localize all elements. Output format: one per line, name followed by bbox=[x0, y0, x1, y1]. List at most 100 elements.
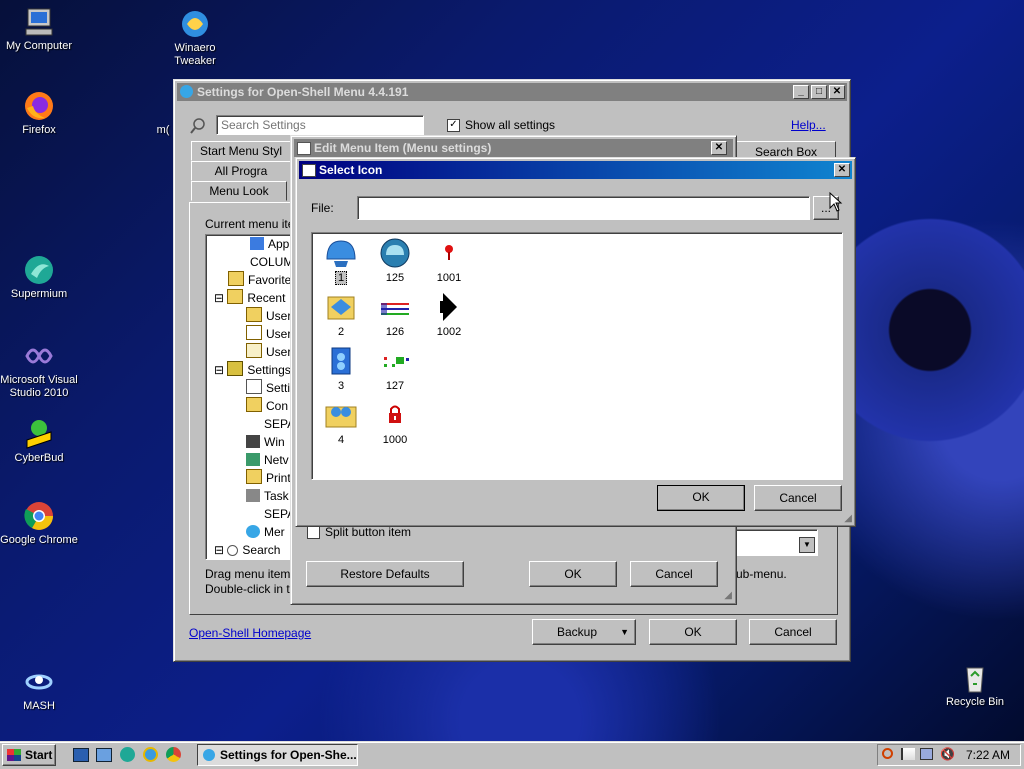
icon-item[interactable]: 1000 bbox=[368, 399, 422, 446]
icon-item[interactable]: 1001 bbox=[422, 237, 476, 284]
current-menu-label: Current menu ite bbox=[205, 217, 295, 231]
tree-item[interactable]: User bbox=[246, 325, 291, 343]
desktop-icon-label: MASH bbox=[23, 700, 55, 712]
select-icon-dialog[interactable]: Select Icon ✕ File: ... 1 2 3 4 125 126 … bbox=[295, 157, 856, 527]
show-desktop-icon[interactable] bbox=[73, 748, 89, 762]
desktop-icon-recycle-bin[interactable]: Recycle Bin bbox=[933, 662, 1017, 709]
icon-item[interactable]: 125 bbox=[368, 237, 422, 284]
tree-item[interactable]: ⊟ Search bbox=[214, 541, 280, 559]
tree-item[interactable]: Win bbox=[246, 433, 285, 451]
chrome-icon[interactable] bbox=[166, 747, 181, 762]
select-icon-ok-button[interactable]: OK bbox=[657, 485, 745, 511]
setting-dropdown[interactable]: ▼ bbox=[734, 529, 818, 556]
network-tray-icon[interactable] bbox=[920, 748, 933, 760]
desktop-icon-chrome[interactable]: Google Chrome bbox=[0, 500, 81, 547]
search-input[interactable] bbox=[216, 115, 424, 135]
taskbar-task-settings[interactable]: Settings for Open-She... bbox=[197, 744, 358, 766]
tree-item[interactable]: Setti bbox=[246, 379, 290, 397]
recycle-bin-icon bbox=[959, 662, 991, 694]
tab-start-menu-style[interactable]: Start Menu Styl bbox=[191, 141, 291, 161]
show-all-checkbox[interactable]: ✓ bbox=[447, 119, 460, 132]
icon-item[interactable]: 127 bbox=[368, 345, 422, 392]
desktop-icon-mash[interactable]: MASH bbox=[0, 666, 81, 713]
select-icon-cancel-button[interactable]: Cancel bbox=[754, 485, 842, 511]
icon-list[interactable]: 1 2 3 4 125 126 127 1000 1001 1002 bbox=[311, 232, 843, 480]
restore-defaults-button[interactable]: Restore Defaults bbox=[306, 561, 464, 587]
resize-grip[interactable]: ◢ bbox=[724, 590, 732, 601]
blue-book-icon bbox=[324, 345, 358, 377]
tree-item[interactable]: COLUM bbox=[250, 253, 293, 271]
start-button[interactable]: Start bbox=[2, 744, 56, 766]
desktop-icon-label: Recycle Bin bbox=[945, 696, 1005, 708]
desktop-icon-label: m( bbox=[156, 124, 170, 136]
desktop-icon-supermium[interactable]: Supermium bbox=[0, 254, 81, 301]
edit-title: Edit Menu Item (Menu settings) bbox=[314, 141, 492, 155]
maximize-button[interactable]: □ bbox=[811, 85, 827, 99]
desktop-icon-label: Supermium bbox=[10, 288, 68, 300]
edit-cancel-button[interactable]: Cancel bbox=[630, 561, 718, 587]
taskbar: Start Settings for Open-She... 🔇 7:22 AM bbox=[0, 741, 1024, 769]
tree-item[interactable]: ⊟ Settings bbox=[214, 361, 291, 379]
tree-item[interactable]: Netv bbox=[246, 451, 289, 469]
tree-item[interactable]: Favorite bbox=[228, 271, 291, 289]
close-button[interactable]: ✕ bbox=[834, 163, 850, 177]
tree-item[interactable]: ⊟ Recent bbox=[214, 289, 285, 307]
volume-muted-icon[interactable]: 🔇 bbox=[940, 747, 955, 761]
tree-item[interactable]: Con bbox=[246, 397, 288, 415]
search-tray-icon[interactable] bbox=[882, 748, 893, 759]
tree-item[interactable]: Task bbox=[246, 487, 289, 505]
desktop-icon-cyberbud[interactable]: CyberBud bbox=[0, 418, 81, 465]
explorer-icon[interactable] bbox=[96, 748, 112, 762]
backup-button[interactable]: Backup ▼ bbox=[532, 619, 636, 645]
help-link[interactable]: Help... bbox=[791, 118, 826, 132]
icon-item[interactable]: 4 bbox=[314, 399, 368, 446]
tree-item[interactable]: Print bbox=[246, 469, 291, 487]
icon-item[interactable]: 126 bbox=[368, 291, 422, 338]
tree-item[interactable]: User bbox=[246, 343, 291, 361]
desktop-icon-firefox[interactable]: Firefox bbox=[0, 90, 81, 137]
tab-menu-look[interactable]: Menu Look bbox=[191, 181, 287, 201]
file-input[interactable] bbox=[357, 196, 810, 220]
internet-explorer-icon[interactable] bbox=[143, 747, 158, 762]
tree-item[interactable]: App bbox=[250, 235, 289, 253]
icon-item[interactable]: 2 bbox=[314, 291, 368, 338]
select-icon-title-bar[interactable]: Select Icon ✕ bbox=[299, 161, 852, 179]
tree-item[interactable]: User bbox=[246, 307, 291, 325]
cyberbud-icon bbox=[23, 418, 55, 450]
desktop-icon-label: Microsoft Visual Studio 2010 bbox=[0, 374, 78, 399]
supermium-icon[interactable] bbox=[120, 747, 135, 762]
desktop-icon-label: Winaero Tweaker bbox=[174, 42, 216, 67]
settings-cancel-button[interactable]: Cancel bbox=[749, 619, 837, 645]
resize-grip[interactable]: ◢ bbox=[844, 513, 852, 524]
icon-item[interactable]: 3 bbox=[314, 345, 368, 392]
clock[interactable]: 7:22 AM bbox=[966, 748, 1010, 762]
system-tray: 🔇 7:22 AM bbox=[877, 744, 1021, 766]
close-button[interactable]: ✕ bbox=[829, 85, 845, 99]
split-button-label: Split button item bbox=[325, 525, 412, 539]
desktop-icon-visual-studio[interactable]: Microsoft Visual Studio 2010 bbox=[0, 340, 81, 400]
close-button[interactable]: ✕ bbox=[711, 141, 727, 155]
mash-icon bbox=[23, 666, 55, 698]
edit-title-bar[interactable]: Edit Menu Item (Menu settings) ✕ bbox=[294, 139, 733, 157]
menu-settings-icon bbox=[246, 525, 260, 538]
windows-security-icon bbox=[246, 435, 260, 448]
submenu-hint: ub-menu. bbox=[736, 567, 787, 581]
chevron-down-icon[interactable]: ▼ bbox=[799, 537, 815, 553]
homepage-link[interactable]: Open-Shell Homepage bbox=[189, 626, 311, 640]
desktop-icon-winaero[interactable]: Winaero Tweaker bbox=[153, 8, 237, 68]
users-folder-icon bbox=[324, 399, 358, 431]
minimize-button[interactable]: _ bbox=[793, 85, 809, 99]
split-button-checkbox[interactable] bbox=[307, 526, 320, 539]
edit-ok-button[interactable]: OK bbox=[529, 561, 617, 587]
settings-title-bar[interactable]: Settings for Open-Shell Menu 4.4.191 _ □… bbox=[177, 83, 847, 101]
tab-all-programs[interactable]: All Progra bbox=[191, 161, 291, 181]
icon-item[interactable]: 1002 bbox=[422, 291, 476, 338]
window-icon bbox=[297, 142, 311, 155]
desktop-icon-my-computer[interactable]: My Computer bbox=[0, 6, 81, 53]
taskbar-icon bbox=[246, 489, 260, 502]
flag-icon[interactable] bbox=[901, 748, 915, 760]
icon-item[interactable]: 1 bbox=[314, 237, 368, 285]
settings-ok-button[interactable]: OK bbox=[649, 619, 737, 645]
tree-item[interactable]: Mer bbox=[246, 523, 285, 541]
lock-icon bbox=[378, 399, 412, 431]
